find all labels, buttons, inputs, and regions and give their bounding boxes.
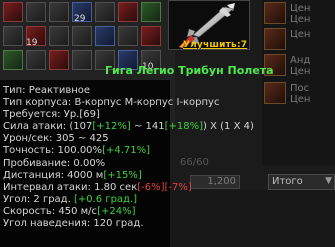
inventory-slot[interactable] bbox=[3, 2, 23, 22]
shop-item-label: Цен bbox=[290, 94, 311, 105]
slot-count: 19 bbox=[26, 38, 38, 48]
inventory-slot[interactable] bbox=[141, 26, 161, 46]
shop-item-label: Цен bbox=[290, 14, 311, 25]
stat-required-level: Требуется: Ур.[69] bbox=[3, 109, 100, 121]
stat-accuracy-bonus: [+4.71%] bbox=[102, 145, 151, 157]
stat-distance-bonus: [+15%] bbox=[103, 169, 142, 181]
sort-select[interactable]: Итого ▼ bbox=[268, 174, 335, 190]
inventory-slot[interactable] bbox=[95, 26, 115, 46]
stat-attack: Сила атаки: (107[+12%] ~ 141[+18%]) X (1… bbox=[3, 121, 254, 133]
stat-attack-multiplier: ) X (1 X 4) bbox=[203, 121, 254, 133]
inventory-slot[interactable] bbox=[118, 2, 138, 22]
inventory-slot[interactable] bbox=[95, 2, 115, 22]
shop-item-label: Цен bbox=[290, 66, 311, 77]
inventory-slot[interactable] bbox=[72, 50, 92, 70]
stat-body-type: Тип корпуса: B-корпус M-корпус I-корпус bbox=[3, 97, 220, 109]
shop-item-icon[interactable] bbox=[264, 28, 286, 50]
stat-aim-angle: Угол наведения: 120 град. bbox=[3, 218, 144, 230]
stat-accuracy: Точность: 100.00%[+4.71%] bbox=[3, 145, 243, 157]
stat-attack-bonus-max: [+18%] bbox=[164, 121, 204, 133]
stat-speed: Скорость: 450 м/с[+24%] bbox=[3, 206, 243, 218]
stat-speed-value: Скорость: 450 м/с bbox=[3, 205, 98, 217]
chevron-down-icon[interactable]: ▼ bbox=[325, 174, 332, 188]
inventory-slot[interactable] bbox=[118, 26, 138, 46]
shop-item-label: Пос bbox=[290, 83, 310, 94]
stat-angle-bonus: [+0.6 град.] bbox=[73, 193, 138, 205]
inventory-slot[interactable] bbox=[49, 50, 69, 70]
slot-count: 29 bbox=[74, 14, 86, 24]
item-name: Гига Легио Трибун Полета bbox=[105, 64, 274, 77]
inventory-slot[interactable] bbox=[141, 2, 161, 22]
inventory-slot[interactable] bbox=[49, 2, 69, 22]
stat-interval-bonus-2: [-7%] bbox=[164, 181, 192, 193]
sort-selected: Итого bbox=[272, 176, 303, 187]
inventory-slot[interactable] bbox=[26, 50, 46, 70]
stat-attack-base: Сила атаки: (107 bbox=[3, 121, 93, 133]
stat-angle: Угол: 2 град. [+0.6 град.] bbox=[3, 194, 243, 206]
stat-interval-value: Интервал атаки: 1.80 сек bbox=[3, 181, 138, 193]
stat-dps: Урон/сек: 305 ~ 425 bbox=[3, 133, 109, 145]
shop-item-label: Цен bbox=[290, 29, 311, 40]
stat-interval-bonus-1: [-6%] bbox=[137, 181, 165, 193]
inventory-slot[interactable] bbox=[3, 26, 23, 46]
shop-item-label: Анд bbox=[290, 55, 311, 66]
stat-type: Тип: Реактивное bbox=[3, 85, 91, 96]
stat-speed-bonus: [+24%] bbox=[97, 205, 136, 217]
stat-angle-value: Угол: 2 град. bbox=[3, 193, 71, 205]
stat-interval: Интервал атаки: 1.80 сек[-6%][-7%] bbox=[3, 182, 243, 194]
shop-item-icon[interactable] bbox=[264, 2, 286, 24]
stat-distance-value: Дистанция: 4000 м bbox=[3, 169, 104, 181]
stat-penetration: Пробивание: 0.00% bbox=[3, 157, 106, 169]
shop-list: Цен Цен Цен Анд Цен Пос Цен bbox=[262, 0, 335, 165]
inventory-slot[interactable] bbox=[49, 26, 69, 46]
stat-accuracy-value: Точность: 100.00% bbox=[3, 145, 103, 157]
shop-item-label: Цен bbox=[290, 3, 311, 14]
stat-attack-bonus-min: [+12%] bbox=[92, 121, 131, 133]
shop-item-icon[interactable] bbox=[264, 82, 286, 104]
item-stats: Тип: Реактивное Тип корпуса: B-корпус M-… bbox=[3, 85, 254, 230]
stat-attack-max: ~ 141 bbox=[130, 121, 165, 133]
inventory-slot[interactable] bbox=[26, 2, 46, 22]
stat-distance: Дистанция: 4000 м[+15%] bbox=[3, 170, 243, 182]
inventory-slot[interactable] bbox=[3, 50, 23, 70]
upgrade-link[interactable]: Улучшить:7 bbox=[183, 40, 247, 50]
inventory-slot[interactable] bbox=[72, 26, 92, 46]
